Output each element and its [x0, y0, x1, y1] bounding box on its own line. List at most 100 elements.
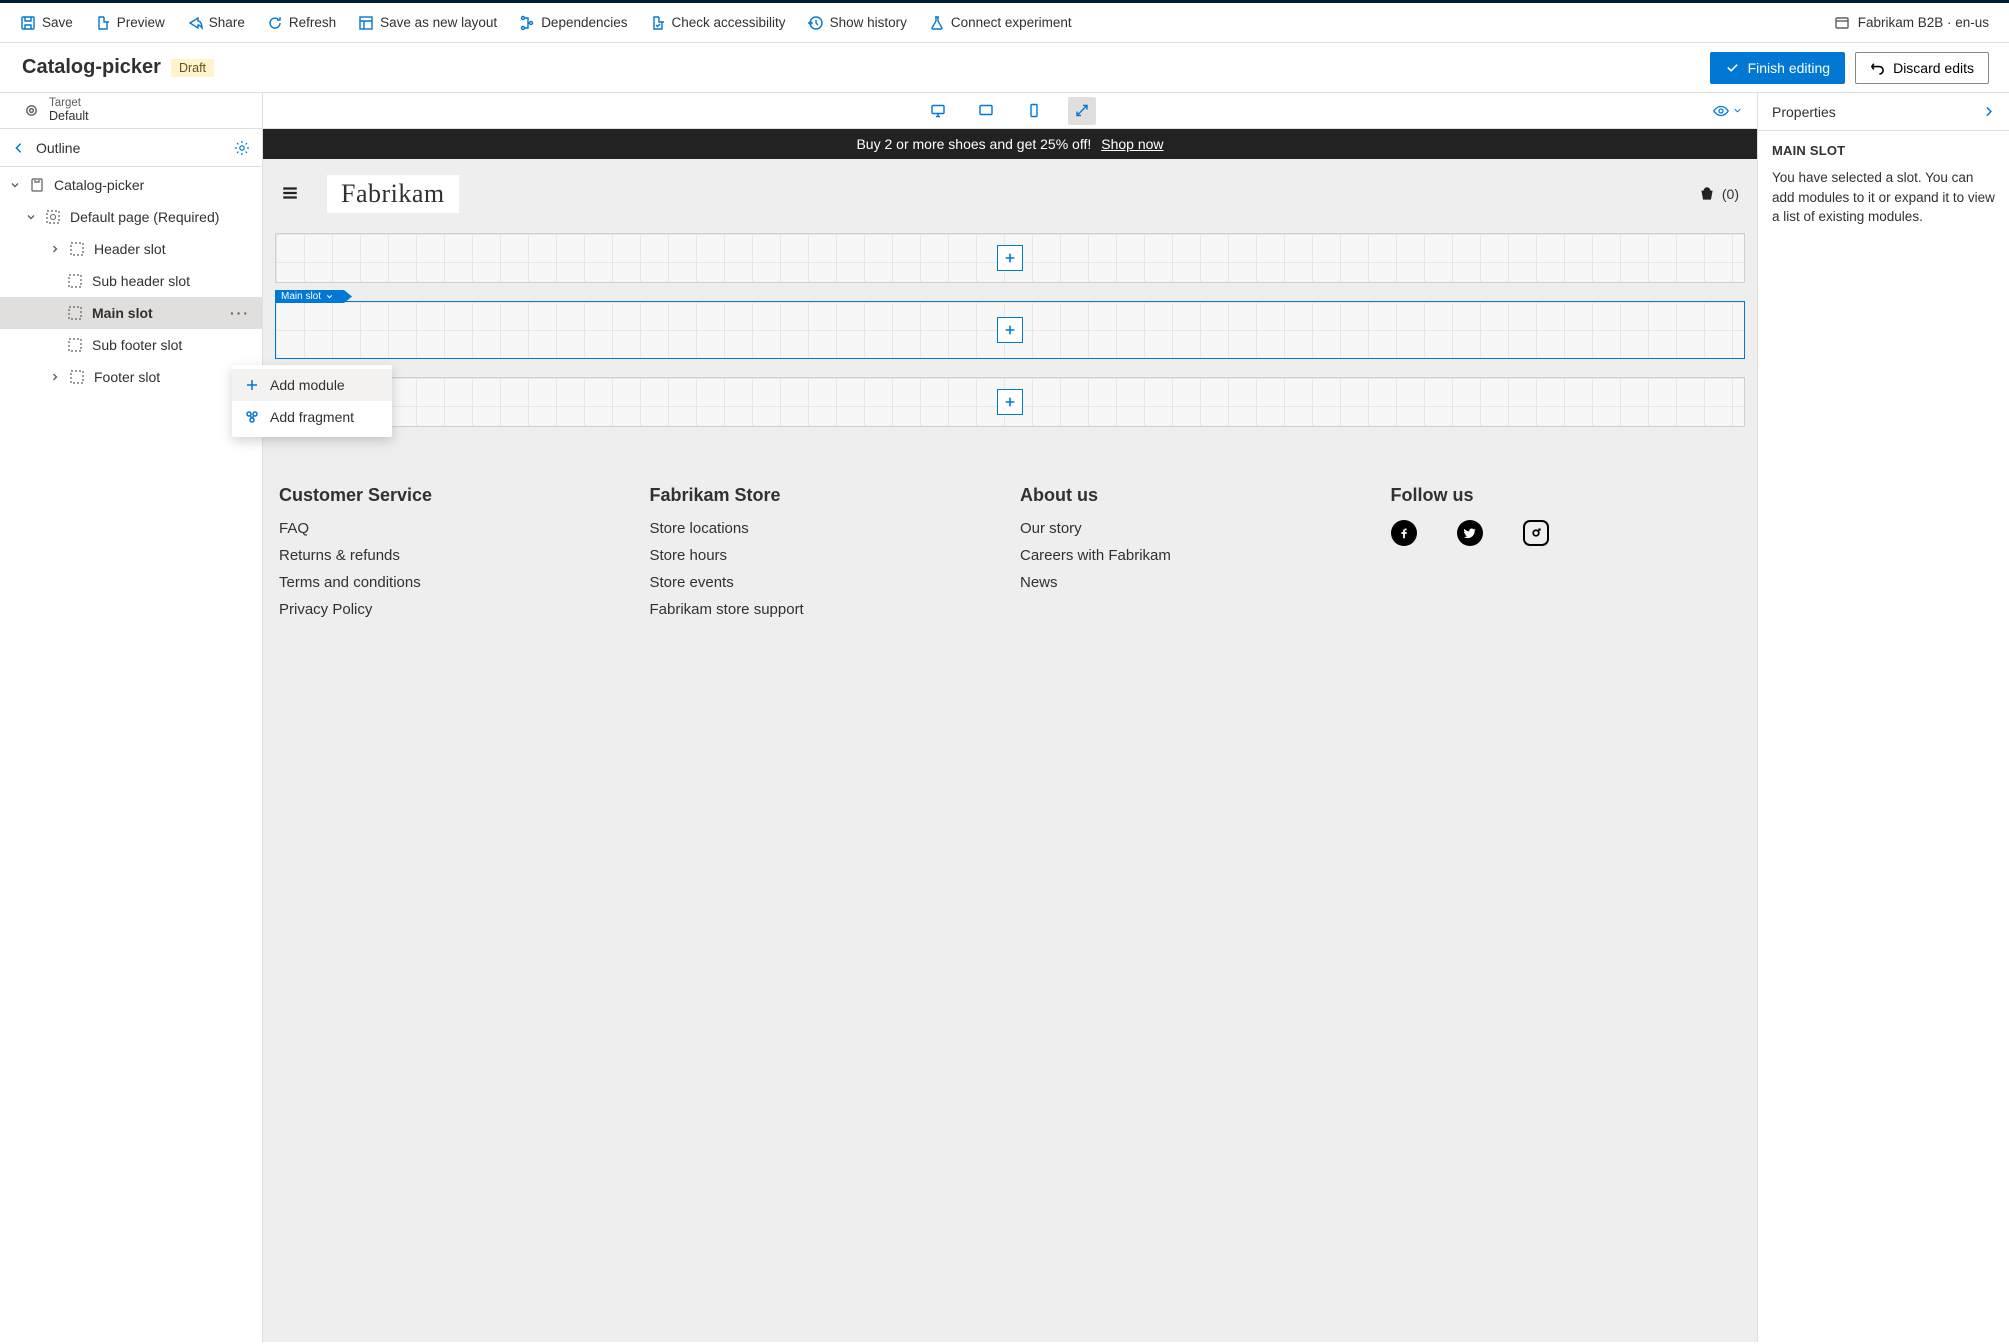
cart-button[interactable]: (0): [1698, 185, 1739, 203]
properties-section-title: MAIN SLOT: [1772, 143, 1995, 158]
footer-link[interactable]: Store locations: [650, 520, 1001, 537]
preview-label: Preview: [117, 15, 165, 30]
flask-icon: [929, 15, 945, 31]
tree-header-slot[interactable]: Header slot: [0, 233, 262, 265]
tree-footer-slot[interactable]: Footer slot: [0, 361, 262, 393]
device-desktop[interactable]: [924, 97, 952, 125]
device-mobile[interactable]: [1020, 97, 1048, 125]
top-toolbar: Save Preview Share Refresh Save as new l…: [0, 3, 2009, 43]
dependencies-button[interactable]: Dependencies: [519, 15, 627, 31]
footer-link[interactable]: Store events: [650, 574, 1001, 591]
context-indicator[interactable]: Fabrikam B2B · en-us: [1834, 15, 1989, 31]
footer-title: Fabrikam Store: [650, 485, 1001, 506]
promo-link[interactable]: Shop now: [1101, 136, 1163, 152]
add-fragment-item[interactable]: Add fragment: [232, 401, 392, 433]
plus-icon: [1003, 395, 1017, 409]
main-slot-box[interactable]: Main slot: [275, 301, 1745, 359]
tree-main-slot[interactable]: Main slot ···: [0, 297, 262, 329]
slot-icon: [68, 240, 86, 258]
fragment-icon: [244, 409, 260, 425]
refresh-icon: [267, 15, 283, 31]
outline-panel: Target Default Outline Catalog-picker De…: [0, 93, 263, 1342]
tree-root[interactable]: Catalog-picker: [0, 169, 262, 201]
chevron-right-icon[interactable]: [1982, 105, 1995, 118]
show-history-button[interactable]: Show history: [808, 15, 907, 31]
discard-label: Discard edits: [1893, 60, 1974, 76]
tree-subfooter-slot[interactable]: Sub footer slot: [0, 329, 262, 361]
gear-icon[interactable]: [234, 140, 250, 156]
add-module-label: Add module: [270, 377, 345, 393]
slot-tag[interactable]: Main slot: [275, 290, 352, 303]
add-button[interactable]: [997, 317, 1023, 343]
status-badge: Draft: [171, 59, 214, 77]
more-icon[interactable]: ···: [230, 305, 254, 321]
chevron-right-icon: [49, 243, 61, 255]
footer-link[interactable]: Fabrikam store support: [650, 601, 1001, 618]
footer-link[interactable]: Careers with Fabrikam: [1020, 547, 1371, 564]
preview-icon: [95, 15, 111, 31]
finish-editing-button[interactable]: Finish editing: [1710, 52, 1846, 84]
canvas[interactable]: Buy 2 or more shoes and get 25% off! Sho…: [263, 129, 1757, 1342]
add-module-item[interactable]: Add module: [232, 369, 392, 401]
chevron-right-icon: [49, 371, 61, 383]
footer-link[interactable]: News: [1020, 574, 1371, 591]
footer-col-3: Follow us: [1391, 485, 1742, 628]
plus-icon: [244, 377, 260, 393]
subfooter-slot-label: Sub footer slot: [92, 337, 182, 353]
add-button[interactable]: [997, 389, 1023, 415]
add-fragment-label: Add fragment: [270, 409, 354, 425]
target-row[interactable]: Target Default: [0, 93, 262, 129]
properties-description: You have selected a slot. You can add mo…: [1772, 168, 1995, 227]
brand-logo[interactable]: Fabrikam: [327, 175, 459, 213]
plus-icon: [1003, 323, 1017, 337]
footer-link[interactable]: Our story: [1020, 520, 1371, 537]
subheader-slot-box[interactable]: [275, 233, 1745, 283]
device-tablet[interactable]: [972, 97, 1000, 125]
check-accessibility-button[interactable]: Check accessibility: [650, 15, 786, 31]
footer-col-1: Fabrikam Store Store locations Store hou…: [650, 485, 1001, 628]
tree-subheader-slot[interactable]: Sub header slot: [0, 265, 262, 297]
target-icon: [24, 103, 39, 118]
device-expand[interactable]: [1068, 97, 1096, 125]
slot-icon: [66, 304, 84, 322]
refresh-label: Refresh: [289, 15, 336, 30]
cart-icon: [1698, 185, 1716, 203]
hamburger-button[interactable]: [281, 184, 299, 205]
finish-label: Finish editing: [1748, 60, 1831, 76]
footer-link[interactable]: Terms and conditions: [279, 574, 630, 591]
footer-link[interactable]: Privacy Policy: [279, 601, 630, 618]
share-button[interactable]: Share: [187, 15, 245, 31]
tree-default-page[interactable]: Default page (Required): [0, 201, 262, 233]
add-button[interactable]: [997, 245, 1023, 271]
footer-slot-label: Footer slot: [94, 369, 160, 385]
footer-link[interactable]: Returns & refunds: [279, 547, 630, 564]
history-label: Show history: [830, 15, 907, 30]
social-row: [1391, 520, 1742, 546]
connect-experiment-button[interactable]: Connect experiment: [929, 15, 1072, 31]
twitter-icon[interactable]: [1457, 520, 1483, 546]
refresh-button[interactable]: Refresh: [267, 15, 336, 31]
preview-visibility[interactable]: [1712, 102, 1743, 120]
header-slot-label: Header slot: [94, 241, 166, 257]
outline-tree: Catalog-picker Default page (Required) H…: [0, 167, 262, 393]
instagram-icon[interactable]: [1523, 520, 1549, 546]
site-header: Fabrikam (0): [263, 159, 1757, 229]
save-as-layout-label: Save as new layout: [380, 15, 497, 30]
promo-bar[interactable]: Buy 2 or more shoes and get 25% off! Sho…: [263, 129, 1757, 159]
save-as-layout-button[interactable]: Save as new layout: [358, 15, 497, 31]
footer-link[interactable]: FAQ: [279, 520, 630, 537]
footer-link[interactable]: Store hours: [650, 547, 1001, 564]
layout-icon: [44, 208, 62, 226]
chevron-down-icon: [25, 211, 37, 223]
preview-button[interactable]: Preview: [95, 15, 165, 31]
title-bar: Catalog-picker Draft Finish editing Disc…: [0, 43, 2009, 93]
discard-edits-button[interactable]: Discard edits: [1855, 52, 1989, 84]
device-bar: [263, 93, 1757, 129]
tablet-icon: [978, 102, 994, 119]
facebook-icon[interactable]: [1391, 520, 1417, 546]
back-icon[interactable]: [12, 141, 26, 155]
properties-header[interactable]: Properties: [1758, 93, 2009, 131]
save-button[interactable]: Save: [20, 15, 73, 31]
subfooter-slot-box[interactable]: [275, 377, 1745, 427]
outline-title: Outline: [36, 140, 80, 156]
